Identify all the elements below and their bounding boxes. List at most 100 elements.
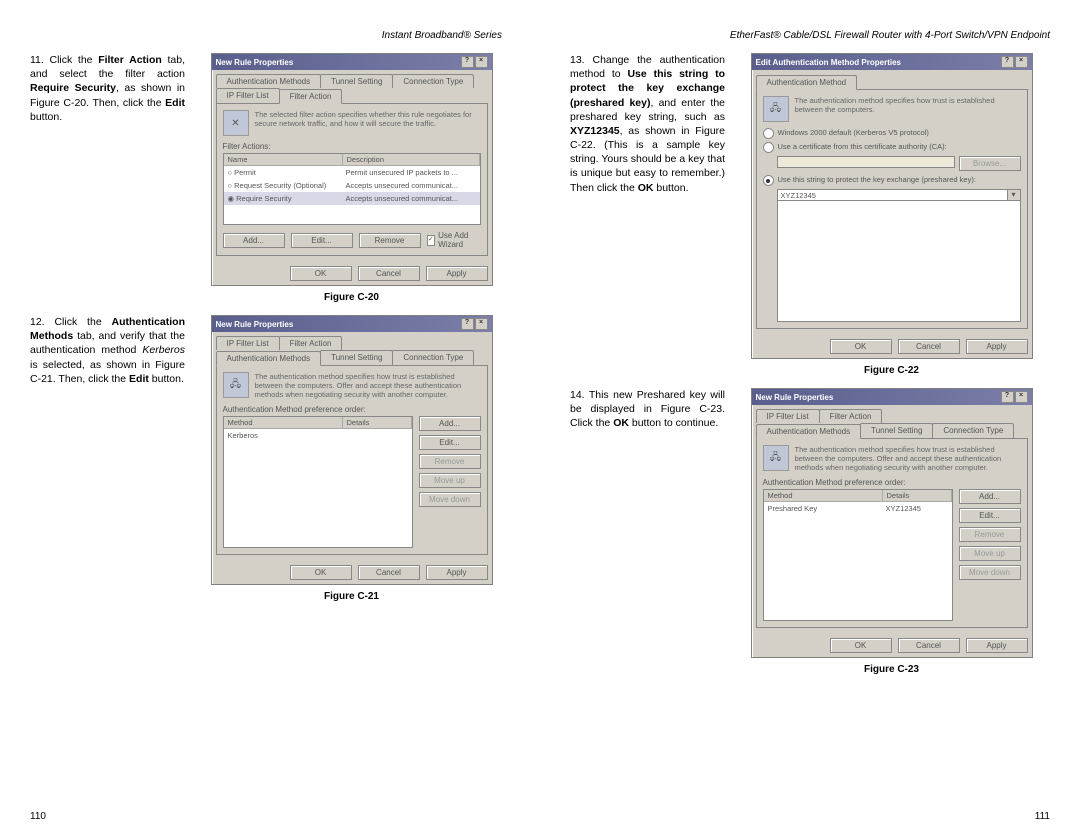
list-label: Authentication Method preference order: bbox=[763, 478, 1021, 487]
step-12-text: 12. Click the Authentication Methods tab… bbox=[30, 315, 185, 602]
tab-tunnel-setting[interactable]: Tunnel Setting bbox=[320, 74, 393, 88]
remove-button[interactable]: Remove bbox=[959, 527, 1021, 542]
network-icon: 🖧 bbox=[763, 445, 789, 471]
tab-filter-action[interactable]: Filter Action bbox=[279, 336, 343, 350]
dialog-c20: New Rule Properties ? × Authentication M… bbox=[211, 53, 493, 286]
radio-preshared-key[interactable] bbox=[763, 175, 774, 186]
tab-connection-type[interactable]: Connection Type bbox=[932, 423, 1014, 438]
page-number: 111 bbox=[1035, 811, 1050, 822]
help-icon[interactable]: ? bbox=[1001, 391, 1014, 403]
step-12-num: 12. bbox=[30, 316, 45, 328]
add-button[interactable]: Add... bbox=[223, 233, 285, 248]
ok-button[interactable]: OK bbox=[830, 638, 892, 653]
use-wizard-checkbox[interactable]: ✓ bbox=[427, 235, 436, 246]
tab-auth-methods[interactable]: Authentication Methods bbox=[756, 424, 862, 439]
filter-actions-list[interactable]: Name Description ○ PermitPermit unsecure… bbox=[223, 153, 481, 225]
radio-kerberos[interactable] bbox=[763, 128, 774, 139]
tab-filter-action[interactable]: Filter Action bbox=[279, 89, 343, 104]
tab-ip-filter-list[interactable]: IP Filter List bbox=[216, 88, 280, 103]
list-item[interactable]: ○ Request Security (Optional)Accepts uns… bbox=[224, 179, 480, 192]
close-icon[interactable]: × bbox=[475, 56, 488, 68]
tab-ip-filter-list[interactable]: IP Filter List bbox=[756, 409, 820, 423]
step-11-text: 11. Click the Filter Action tab, and sel… bbox=[30, 53, 185, 303]
tab-auth-methods[interactable]: Authentication Methods bbox=[216, 351, 322, 366]
tab-tunnel-setting[interactable]: Tunnel Setting bbox=[860, 423, 933, 438]
movedown-button[interactable]: Move down bbox=[959, 565, 1021, 580]
apply-button[interactable]: Apply bbox=[966, 339, 1028, 354]
step-14-num: 14. bbox=[570, 389, 585, 401]
right-header: EtherFast® Cable/DSL Firewall Router wit… bbox=[570, 30, 1050, 41]
help-icon[interactable]: ? bbox=[461, 56, 474, 68]
step-14-text: 14. This new Preshared key will be displ… bbox=[570, 388, 725, 675]
list-item[interactable]: Kerberos bbox=[224, 429, 412, 442]
add-button[interactable]: Add... bbox=[959, 489, 1021, 504]
radio-certificate[interactable] bbox=[763, 142, 774, 153]
figure-caption: Figure C-23 bbox=[864, 664, 919, 675]
step-11-num: 11. bbox=[30, 54, 44, 66]
figure-caption: Figure C-21 bbox=[324, 591, 379, 602]
list-item[interactable]: Preshared KeyXYZ12345 bbox=[764, 502, 952, 515]
apply-button[interactable]: Apply bbox=[426, 565, 488, 580]
edit-button[interactable]: Edit... bbox=[419, 435, 481, 450]
ok-button[interactable]: OK bbox=[290, 565, 352, 580]
cancel-button[interactable]: Cancel bbox=[898, 339, 960, 354]
list-label: Filter Actions: bbox=[223, 142, 481, 151]
dialog-info-text: The authentication method specifies how … bbox=[795, 96, 1021, 122]
list-item[interactable]: ○ PermitPermit unsecured IP packets to .… bbox=[224, 166, 480, 179]
edit-button[interactable]: Edit... bbox=[291, 233, 353, 248]
dialog-info-text: The authentication method specifies how … bbox=[255, 372, 481, 399]
list-item[interactable]: ◉ Require SecurityAccepts unsecured comm… bbox=[224, 192, 480, 205]
dialog-info-text: The selected filter action specifies whe… bbox=[255, 110, 481, 136]
remove-button[interactable]: Remove bbox=[419, 454, 481, 469]
dropdown-icon[interactable]: ▾ bbox=[1008, 189, 1021, 201]
preshared-key-input[interactable]: XYZ12345 bbox=[777, 189, 1008, 201]
dialog-title: New Rule Properties bbox=[216, 58, 294, 67]
step-13-num: 13. bbox=[570, 54, 585, 66]
moveup-button[interactable]: Move up bbox=[959, 546, 1021, 561]
apply-button[interactable]: Apply bbox=[426, 266, 488, 281]
step-13-text: 13. Change the authentication method to … bbox=[570, 53, 725, 376]
tab-connection-type[interactable]: Connection Type bbox=[392, 74, 474, 88]
ok-button[interactable]: OK bbox=[830, 339, 892, 354]
dialog-title: New Rule Properties bbox=[216, 320, 294, 329]
network-icon: 🖧 bbox=[223, 372, 249, 398]
dialog-info-text: The authentication method specifies how … bbox=[795, 445, 1021, 472]
close-icon[interactable]: × bbox=[1015, 391, 1028, 403]
figure-caption: Figure C-22 bbox=[864, 365, 919, 376]
tab-ip-filter-list[interactable]: IP Filter List bbox=[216, 336, 280, 350]
col-name: Name bbox=[224, 154, 343, 165]
cancel-button[interactable]: Cancel bbox=[898, 638, 960, 653]
close-icon[interactable]: × bbox=[475, 318, 488, 330]
network-icon: 🖧 bbox=[763, 96, 789, 122]
figure-caption: Figure C-20 bbox=[324, 292, 379, 303]
tab-auth-method[interactable]: Authentication Method bbox=[756, 75, 858, 90]
moveup-button[interactable]: Move up bbox=[419, 473, 481, 488]
tab-tunnel-setting[interactable]: Tunnel Setting bbox=[320, 350, 393, 365]
help-icon[interactable]: ? bbox=[1001, 56, 1014, 68]
help-icon[interactable]: ? bbox=[461, 318, 474, 330]
ok-button[interactable]: OK bbox=[290, 266, 352, 281]
tab-connection-type[interactable]: Connection Type bbox=[392, 350, 474, 365]
edit-button[interactable]: Edit... bbox=[959, 508, 1021, 523]
dialog-title: Edit Authentication Method Properties bbox=[756, 58, 901, 67]
movedown-button[interactable]: Move down bbox=[419, 492, 481, 507]
cancel-button[interactable]: Cancel bbox=[358, 565, 420, 580]
remove-button[interactable]: Remove bbox=[359, 233, 421, 248]
auth-methods-list[interactable]: MethodDetails Kerberos bbox=[223, 416, 413, 548]
tab-auth-methods[interactable]: Authentication Methods bbox=[216, 74, 322, 88]
dialog-c21: New Rule Properties ?× IP Filter List Fi… bbox=[211, 315, 493, 585]
tab-filter-action[interactable]: Filter Action bbox=[819, 409, 883, 423]
add-button[interactable]: Add... bbox=[419, 416, 481, 431]
auth-methods-list[interactable]: MethodDetails Preshared KeyXYZ12345 bbox=[763, 489, 953, 621]
close-icon[interactable]: × bbox=[1015, 56, 1028, 68]
browse-button[interactable]: Browse... bbox=[959, 156, 1021, 171]
key-textarea[interactable] bbox=[777, 201, 1021, 322]
list-label: Authentication Method preference order: bbox=[223, 405, 481, 414]
left-header: Instant Broadband® Series bbox=[30, 30, 510, 41]
cancel-button[interactable]: Cancel bbox=[358, 266, 420, 281]
apply-button[interactable]: Apply bbox=[966, 638, 1028, 653]
dialog-c22: Edit Authentication Method Properties ?×… bbox=[751, 53, 1033, 359]
dialog-c23: New Rule Properties ?× IP Filter List Fi… bbox=[751, 388, 1033, 658]
col-desc: Description bbox=[343, 154, 480, 165]
ca-field bbox=[777, 156, 955, 168]
